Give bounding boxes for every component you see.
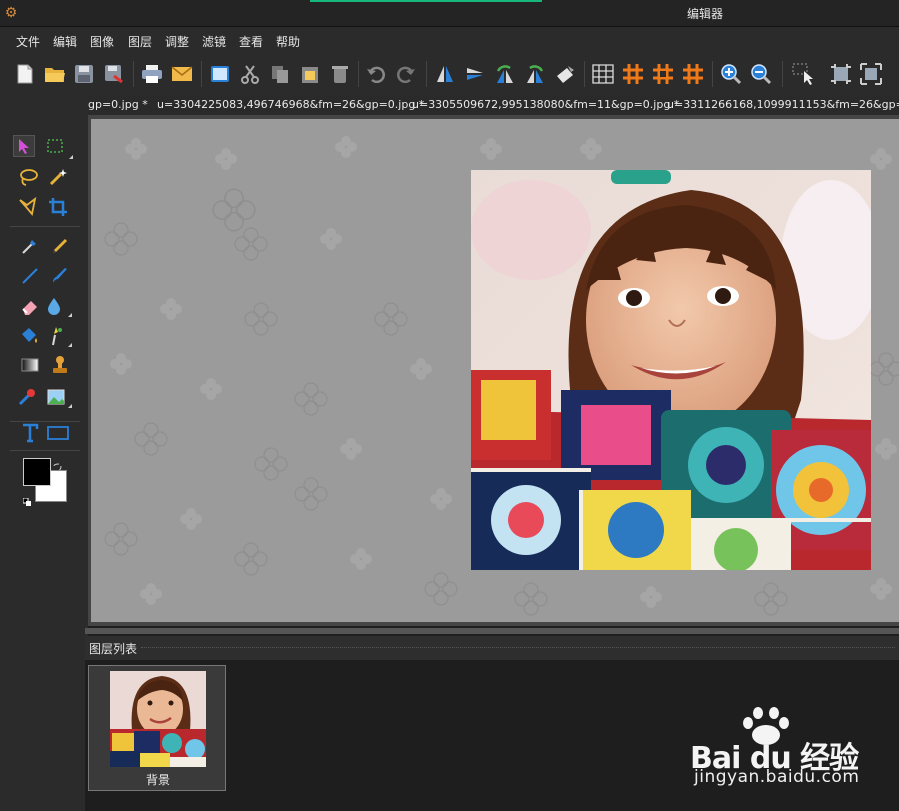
grid-icon[interactable]	[592, 63, 614, 85]
layer-thumbnail	[110, 671, 206, 767]
menu-layer[interactable]: 图层	[128, 33, 152, 50]
brush-icon[interactable]	[49, 265, 71, 287]
copy-icon[interactable]	[269, 63, 291, 85]
paste-icon[interactable]	[299, 63, 321, 85]
default-colors-icon[interactable]	[22, 491, 31, 506]
photo-layer[interactable]	[471, 170, 871, 570]
text-tool-icon[interactable]	[19, 422, 41, 444]
main-toolbar	[0, 53, 899, 95]
layer-name: 背景	[145, 773, 170, 787]
selection-pointer-icon[interactable]	[792, 63, 814, 85]
swap-colors-icon[interactable]	[53, 457, 62, 472]
new-file-icon[interactable]	[14, 63, 36, 85]
line-icon[interactable]	[19, 265, 41, 287]
tools-panel	[0, 95, 88, 811]
rotate-left-icon[interactable]	[494, 63, 516, 85]
layer-item[interactable]: 背景	[88, 665, 226, 791]
pencil-icon[interactable]	[49, 235, 71, 257]
menu-file[interactable]: 文件	[16, 33, 40, 50]
picture-icon[interactable]	[45, 386, 67, 408]
zoom-out-icon[interactable]	[750, 63, 772, 85]
panel-splitter[interactable]	[85, 628, 899, 634]
menu-help[interactable]: 帮助	[276, 33, 300, 50]
grid-orange-2-icon[interactable]	[652, 63, 674, 85]
rotate-right-icon[interactable]	[524, 63, 546, 85]
layers-panel-header: 图层列表	[85, 636, 899, 660]
tab-document-4[interactable]: u=3311266168,1099911153&fm=26&gp=0.jpg	[667, 98, 899, 111]
foreground-color-swatch[interactable]	[23, 458, 51, 486]
tab-document-1[interactable]: gp=0.jpg *	[88, 98, 148, 111]
redo-icon[interactable]	[395, 63, 417, 85]
lasso-icon[interactable]	[17, 166, 39, 188]
menu-bar: 文件 编辑 图像 图层 调整 滤镜 查看 帮助	[0, 27, 899, 53]
image-canvas[interactable]	[91, 119, 899, 622]
undo-icon[interactable]	[365, 63, 387, 85]
cut-icon[interactable]	[239, 63, 261, 85]
girl-portrait-image	[471, 170, 871, 570]
trash-icon[interactable]	[329, 63, 351, 85]
clone-stamp-icon[interactable]	[49, 354, 71, 376]
rotate-arbitrary-icon[interactable]	[554, 63, 576, 85]
eraser-icon[interactable]	[19, 295, 41, 317]
watermark-url: jingyan.baidu.com	[694, 767, 860, 787]
move-tool-icon[interactable]	[13, 135, 35, 157]
blur-drop-icon[interactable]	[43, 295, 65, 317]
crop-icon[interactable]	[47, 196, 69, 218]
grid-orange-1-icon[interactable]	[622, 63, 644, 85]
baidu-jingyan-watermark: Bai du 经验 jingyan.baidu.com	[690, 707, 890, 793]
magic-wand-icon[interactable]	[47, 166, 69, 188]
sharpen-icon[interactable]	[45, 325, 67, 347]
menu-edit[interactable]: 编辑	[53, 33, 77, 50]
eyedropper-icon[interactable]	[19, 235, 41, 257]
flip-vertical-icon[interactable]	[434, 63, 456, 85]
rectangle-select-icon[interactable]	[44, 135, 66, 157]
shape-rectangle-icon[interactable]	[47, 422, 69, 444]
layer-copy-icon[interactable]	[209, 63, 231, 85]
menu-view[interactable]: 查看	[239, 33, 263, 50]
print-icon[interactable]	[141, 63, 163, 85]
menu-image[interactable]: 图像	[90, 33, 114, 50]
resize-canvas-icon[interactable]	[860, 63, 882, 85]
gradient-icon[interactable]	[19, 354, 41, 376]
canvas-area	[88, 115, 899, 626]
grid-orange-3-icon[interactable]	[682, 63, 704, 85]
tab-document-2[interactable]: u=3304225083,496746968&fm=26&gp=0.jpg *	[157, 98, 424, 111]
layers-panel-title: 图层列表	[89, 642, 138, 656]
menu-filter[interactable]: 滤镜	[202, 33, 226, 50]
title-accent-line	[310, 0, 542, 2]
fill-bucket-icon[interactable]	[17, 325, 39, 347]
zoom-in-icon[interactable]	[720, 63, 742, 85]
save-icon[interactable]	[73, 63, 95, 85]
save-as-icon[interactable]	[103, 63, 125, 85]
open-folder-icon[interactable]	[44, 63, 66, 85]
flip-horizontal-icon[interactable]	[464, 63, 486, 85]
polygon-lasso-icon[interactable]	[17, 196, 39, 218]
crop-to-selection-icon[interactable]	[830, 63, 852, 85]
layer-thumbnail-image	[110, 671, 206, 767]
document-tabs: gp=0.jpg * u=3304225083,496746968&fm=26&…	[88, 95, 899, 115]
window-title: 编辑器	[686, 7, 723, 21]
title-bar: ⚙ 编辑器	[0, 0, 899, 27]
tab-document-3[interactable]: u=3305509672,995138080&fm=11&gp=0.jpg *	[412, 98, 679, 111]
menu-adjust[interactable]: 调整	[165, 33, 189, 50]
email-icon[interactable]	[171, 63, 193, 85]
red-eye-icon[interactable]	[17, 386, 39, 408]
